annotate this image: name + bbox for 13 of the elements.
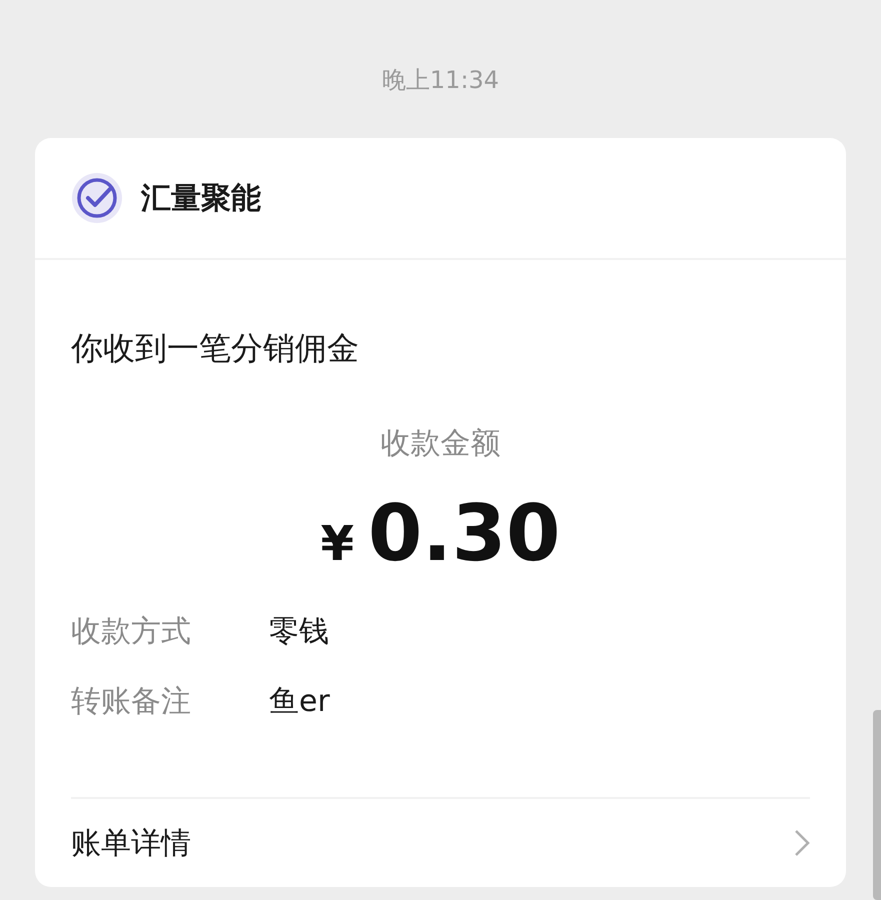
app-name: 汇量聚能 (141, 180, 261, 218)
detail-label: 收款方式 (71, 612, 192, 650)
chevron-right-icon[interactable] (794, 829, 810, 857)
amount-value: 0.30 (368, 488, 560, 581)
amount-label: 收款金额 (380, 425, 500, 463)
notification-title: 你收到一笔分销佣金 (71, 328, 359, 369)
detail-label: 转账备注 (71, 682, 192, 720)
currency-symbol: ¥ (320, 516, 354, 572)
scrollbar[interactable] (873, 710, 881, 900)
detail-value: 鱼er (269, 682, 330, 720)
bill-details-link[interactable]: 账单详情 (71, 822, 191, 864)
message-time: 晚上11:34 (382, 65, 500, 96)
detail-value: 零钱 (269, 612, 329, 650)
